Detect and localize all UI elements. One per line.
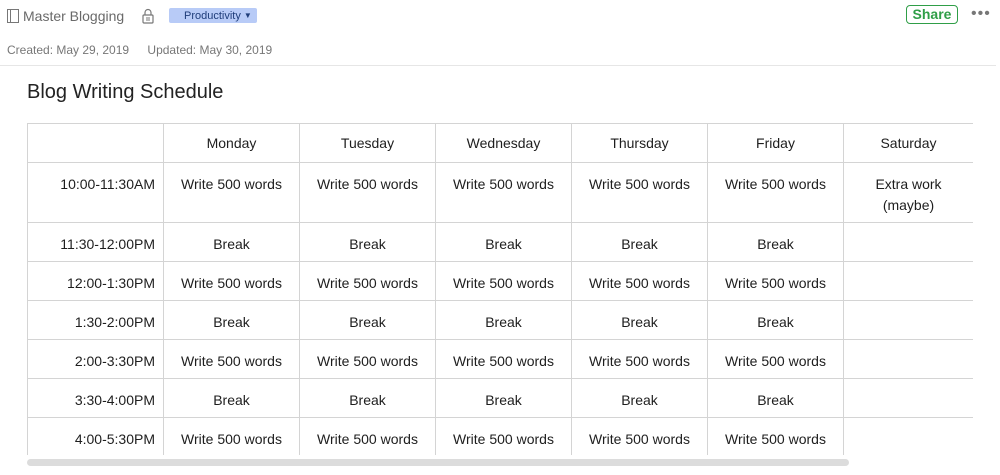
table-cell-time[interactable]: 12:00-1:30PM [27,261,164,301]
table-row: 11:30-12:00PM Break Break Break Break Br… [27,222,973,262]
table-cell[interactable] [843,222,973,262]
notebook-name-link[interactable]: Master Blogging [23,8,124,24]
table-cell[interactable]: Write 500 words [571,261,708,301]
table-cell[interactable]: Break [571,222,708,262]
table-row: 3:30-4:00PM Break Break Break Break Brea… [27,378,973,418]
table-cell[interactable]: Write 500 words [163,417,300,455]
table-cell[interactable]: Write 500 words [299,261,436,301]
table-cell[interactable]: Write 500 words [435,417,572,455]
table-cell[interactable]: Break [299,222,436,262]
share-button[interactable]: Share [906,5,958,24]
note-header: Master Blogging Productivity ▼ Share ••• [0,0,1000,34]
table-cell[interactable]: Break [299,300,436,340]
table-cell-time[interactable]: 11:30-12:00PM [27,222,164,262]
table-cell[interactable]: Write 500 words [299,417,436,455]
schedule-table-container: Monday Tuesday Wednesday Thursday Friday… [27,123,973,455]
table-cell[interactable]: Write 500 words [299,339,436,379]
table-cell[interactable]: Write 500 words [163,339,300,379]
table-cell[interactable]: Write 500 words [707,417,844,455]
table-header-cell[interactable]: Friday [707,123,844,163]
table-cell-time[interactable]: 1:30-2:00PM [27,300,164,340]
table-cell[interactable]: Write 500 words [163,162,300,223]
table-cell[interactable]: Break [707,300,844,340]
header-divider [0,65,996,66]
table-cell[interactable]: Break [163,378,300,418]
updated-date: Updated: May 30, 2019 [147,43,273,57]
table-cell[interactable]: Write 500 words [571,417,708,455]
note-metadata: Created: May 29, 2019 Updated: May 30, 2… [7,43,272,57]
lock-icon[interactable] [142,8,154,24]
tag-productivity[interactable]: Productivity ▼ [169,8,257,23]
table-header-cell[interactable]: Tuesday [299,123,436,163]
notebook-icon[interactable] [7,9,19,23]
table-cell[interactable]: Write 500 words [707,339,844,379]
table-cell[interactable] [843,339,973,379]
table-cell[interactable]: Write 500 words [707,162,844,223]
table-cell[interactable]: Break [435,222,572,262]
table-cell[interactable] [843,378,973,418]
table-cell[interactable]: Break [571,300,708,340]
table-cell[interactable]: Break [571,378,708,418]
table-cell[interactable]: Write 500 words [435,261,572,301]
table-row: 4:00-5:30PM Write 500 words Write 500 wo… [27,417,973,455]
table-cell[interactable]: Write 500 words [435,339,572,379]
table-cell[interactable]: Write 500 words [571,339,708,379]
table-cell[interactable] [843,261,973,301]
table-cell[interactable]: Write 500 words [571,162,708,223]
table-cell[interactable]: Break [163,300,300,340]
table-row: 12:00-1:30PM Write 500 words Write 500 w… [27,261,973,301]
chevron-down-icon: ▼ [243,11,252,20]
table-cell-time[interactable]: 4:00-5:30PM [27,417,164,455]
table-header-row: Monday Tuesday Wednesday Thursday Friday… [27,123,973,163]
table-cell[interactable]: Break [299,378,436,418]
table-header-cell[interactable]: Saturday [843,123,973,163]
table-header-cell[interactable]: Monday [163,123,300,163]
table-header-cell[interactable]: Thursday [571,123,708,163]
table-cell-time[interactable]: 3:30-4:00PM [27,378,164,418]
table-cell-time[interactable]: 10:00-11:30AM [27,162,164,223]
table-cell[interactable]: Write 500 words [435,162,572,223]
table-cell-time[interactable]: 2:00-3:30PM [27,339,164,379]
table-cell[interactable]: Break [435,378,572,418]
schedule-table: Monday Tuesday Wednesday Thursday Friday… [27,123,973,455]
table-cell[interactable]: Break [707,378,844,418]
table-row: 10:00-11:30AM Write 500 words Write 500 … [27,162,973,223]
table-cell[interactable]: Break [435,300,572,340]
more-options-icon[interactable]: ••• [971,5,991,23]
table-header-cell[interactable] [27,123,164,163]
table-row: 2:00-3:30PM Write 500 words Write 500 wo… [27,339,973,379]
note-title[interactable]: Blog Writing Schedule [27,81,223,104]
table-cell[interactable] [843,300,973,340]
table-row: 1:30-2:00PM Break Break Break Break Brea… [27,300,973,340]
table-header-cell[interactable]: Wednesday [435,123,572,163]
horizontal-scrollbar[interactable] [27,459,849,466]
table-cell[interactable]: Write 500 words [299,162,436,223]
created-date: Created: May 29, 2019 [7,43,130,57]
table-cell[interactable]: Break [163,222,300,262]
table-cell[interactable]: Extra work (maybe) [843,162,973,223]
tag-label: Productivity [184,10,241,22]
table-cell[interactable]: Break [707,222,844,262]
table-cell[interactable]: Write 500 words [163,261,300,301]
table-cell[interactable]: Write 500 words [707,261,844,301]
table-cell[interactable] [843,417,973,455]
